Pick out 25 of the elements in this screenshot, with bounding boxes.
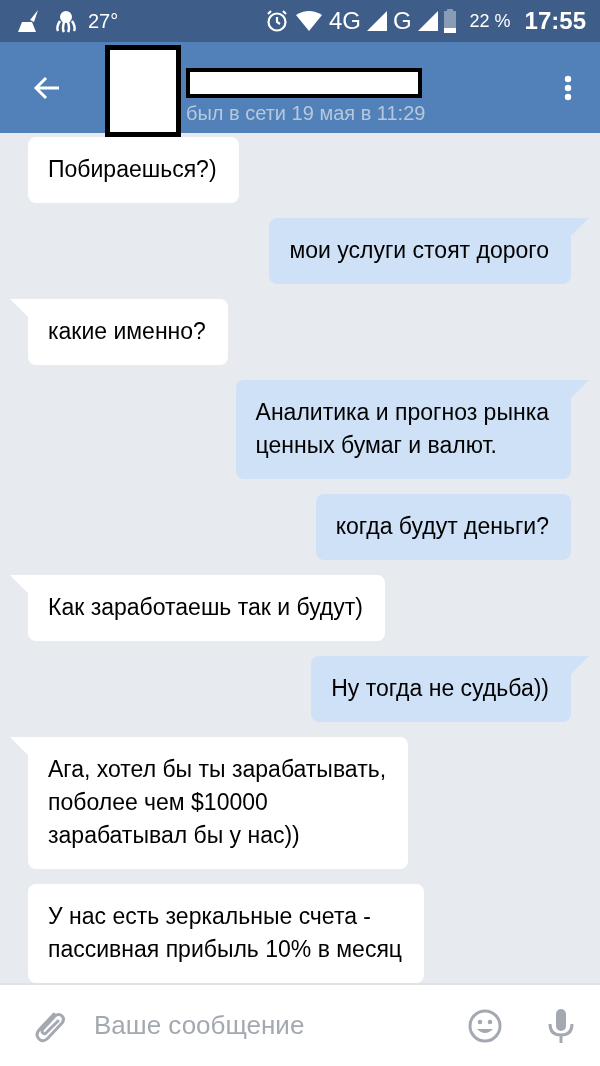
message-bubble: Ага, хотел бы ты зарабатывать, поболее чем $10000 зарабатывал бы у нас))	[28, 737, 409, 869]
message-bubble: когда будут деньги?	[315, 494, 571, 560]
message-bubble: какие именно?	[28, 299, 228, 365]
message-bubble: Аналитика и прогноз рынка ценных бумаг и валют.	[235, 380, 571, 479]
message-bubble: У нас есть зеркальные счета - пассивная прибыль 10% в месяц	[28, 884, 424, 983]
signal-icon	[366, 11, 387, 31]
alarm-icon	[264, 9, 289, 33]
microphone-icon[interactable]	[548, 1008, 574, 1043]
back-arrow-icon[interactable]	[33, 75, 61, 100]
octopus-icon	[54, 9, 78, 33]
last-seen-status: был в сети 19 мая в 11:29	[186, 102, 427, 125]
message-bubble: Как заработаешь так и будут)	[28, 575, 385, 641]
network-type: G	[392, 7, 412, 35]
clock: 17:55	[524, 7, 586, 35]
message-bubble: мои услуги стоят дорого	[269, 218, 571, 284]
network-type: 4G	[328, 7, 361, 35]
more-options-icon[interactable]	[564, 74, 572, 101]
battery-percent: 22 %	[469, 10, 511, 32]
wifi-icon	[294, 10, 323, 32]
message-bubble: Побираешься?)	[28, 137, 239, 203]
signal-icon	[417, 11, 438, 31]
temperature: 27°	[88, 9, 119, 33]
message-bubble: Ну тогда не судьба))	[311, 656, 571, 722]
battery-icon	[443, 9, 456, 33]
smiley-icon[interactable]	[468, 1008, 502, 1043]
